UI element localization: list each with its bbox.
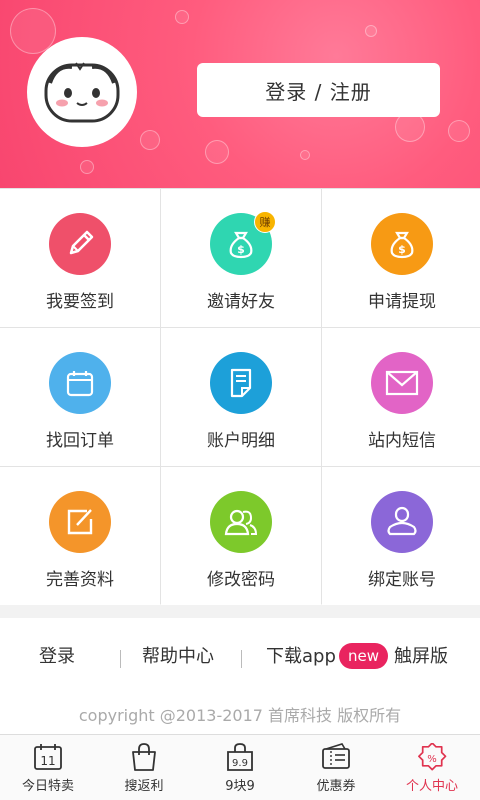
menu-item-label: 申请提现 xyxy=(368,292,436,312)
shopping-bag-icon xyxy=(132,743,156,771)
tab-today-sale[interactable]: 11 今日特卖 xyxy=(0,735,96,800)
tab-search-rebate[interactable]: 搜返利 xyxy=(96,735,192,800)
avatar[interactable] xyxy=(27,37,137,147)
download-app-link[interactable]: 下载app xyxy=(266,640,336,674)
menu-grid: 我要签到 $ 赚 邀请好友 $ 申请提现 找回订单 账户明细 站内短信 完善资料… xyxy=(0,188,480,605)
menu-item-label: 修改密码 xyxy=(207,570,275,590)
tab-nine-nine[interactable]: 9.9 9块9 xyxy=(192,735,288,800)
calendar-11-icon: 11 xyxy=(34,744,62,770)
menu-item-label: 完善资料 xyxy=(46,570,114,590)
tab-personal-center[interactable]: % 个人中心 xyxy=(384,735,480,800)
tab-label: 今日特卖 xyxy=(21,779,74,794)
bubble-decoration xyxy=(140,130,160,150)
footer-login-link[interactable]: 登录 xyxy=(39,640,75,674)
bag-price-tag: 9.9 xyxy=(232,758,248,769)
menu-item-account-detail[interactable]: 账户明细 xyxy=(161,328,321,466)
bubble-decoration xyxy=(80,160,94,174)
tab-label: 个人中心 xyxy=(405,779,458,794)
money-bag-icon: $ xyxy=(371,213,433,275)
calendar-day-number: 11 xyxy=(40,754,55,768)
menu-item-label: 我要签到 xyxy=(46,292,114,312)
menu-item-messages[interactable]: 站内短信 xyxy=(322,328,480,466)
copyright-text: copyright @2013-2017 首席科技 版权所有 xyxy=(78,706,402,725)
tab-coupons[interactable]: 优惠券 xyxy=(288,735,384,800)
menu-item-find-order[interactable]: 找回订单 xyxy=(0,328,160,466)
percent-badge-icon: % xyxy=(418,743,447,771)
menu-item-label: 找回订单 xyxy=(46,431,114,451)
pencil-icon xyxy=(49,213,111,275)
svg-text:$: $ xyxy=(398,243,406,256)
users-icon xyxy=(210,491,272,553)
bubble-decoration xyxy=(365,25,377,37)
tab-label: 搜返利 xyxy=(124,779,164,794)
menu-item-withdraw[interactable]: $ 申请提现 xyxy=(322,189,480,327)
menu-item-change-password[interactable]: 修改密码 xyxy=(161,467,321,605)
bag-99-icon: 9.9 xyxy=(227,743,253,771)
help-center-link[interactable]: 帮助中心 xyxy=(142,640,214,674)
touch-version-link[interactable]: 触屏版 xyxy=(394,640,448,674)
login-register-label: 登录 / 注册 xyxy=(265,79,372,104)
menu-item-checkin[interactable]: 我要签到 xyxy=(0,189,160,327)
envelope-icon xyxy=(371,352,433,414)
menu-item-label: 账户明细 xyxy=(207,431,275,451)
money-bag-icon: $ 赚 xyxy=(210,211,276,275)
new-badge: new xyxy=(339,643,389,669)
person-icon xyxy=(371,491,433,553)
profile-header: 登录 / 注册 xyxy=(0,0,480,188)
tab-label: 9块9 xyxy=(225,779,255,794)
bubble-decoration xyxy=(205,140,229,164)
menu-item-bind-account[interactable]: 绑定账号 xyxy=(322,467,480,605)
menu-item-label: 邀请好友 xyxy=(207,292,275,312)
document-icon xyxy=(210,352,272,414)
menu-item-complete-profile[interactable]: 完善资料 xyxy=(0,467,160,605)
menu-item-invite[interactable]: $ 赚 邀请好友 xyxy=(161,189,321,327)
svg-text:%: % xyxy=(427,754,437,765)
bubble-decoration xyxy=(175,10,189,24)
earn-badge: 赚 xyxy=(254,211,276,233)
bubble-decoration xyxy=(300,150,310,160)
bubble-decoration xyxy=(448,120,470,142)
panda-avatar-icon xyxy=(44,62,120,123)
divider xyxy=(241,650,242,668)
divider xyxy=(120,650,121,668)
calendar-icon xyxy=(49,352,111,414)
edit-icon xyxy=(49,491,111,553)
tab-label: 优惠券 xyxy=(316,779,356,794)
menu-item-label: 站内短信 xyxy=(368,431,436,451)
svg-text:$: $ xyxy=(237,243,245,256)
footer-links: 登录 帮助中心 下载app new 触屏版 copyright @2013-20… xyxy=(0,618,480,734)
login-register-button[interactable]: 登录 / 注册 xyxy=(197,63,440,117)
bottom-tab-bar: 11 今日特卖 搜返利 9.9 9块9 优惠券 % 个人中心 xyxy=(0,734,480,800)
coupon-icon xyxy=(322,743,350,769)
menu-item-label: 绑定账号 xyxy=(368,570,436,590)
